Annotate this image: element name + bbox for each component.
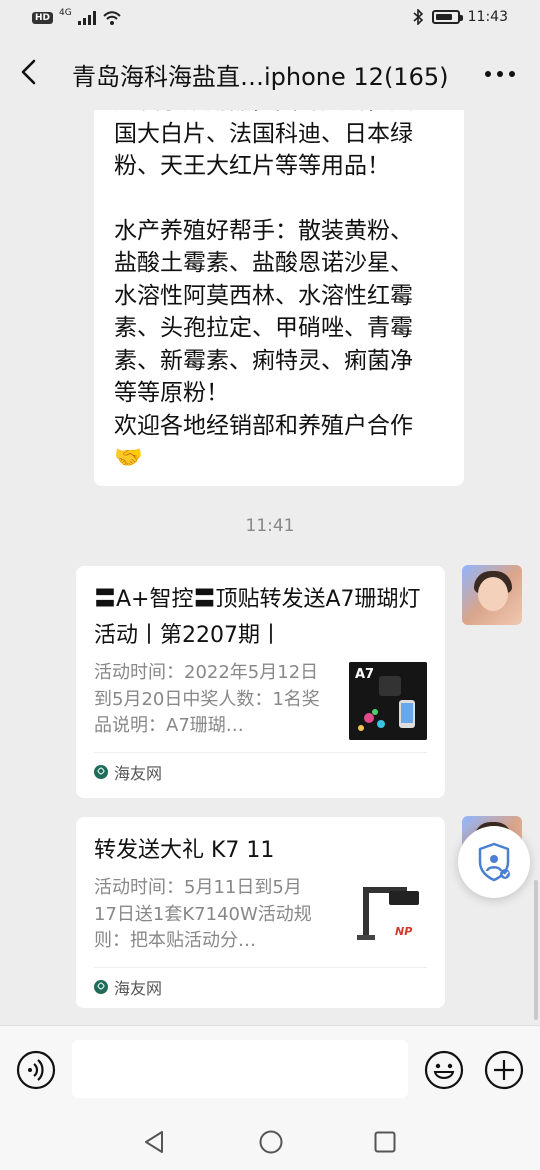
- back-button[interactable]: [14, 56, 46, 88]
- message-line: 水溶性阿莫西林、水溶性红霉: [114, 282, 413, 309]
- message-line: 等等原粉！: [114, 380, 229, 406]
- shield-icon: [478, 842, 510, 882]
- message-timestamp: 11:41: [245, 516, 295, 536]
- card-source: 海友网: [114, 763, 163, 783]
- message-line: 素、头孢拉定、甲硝唑、青霉: [114, 315, 413, 341]
- floating-shield-button[interactable]: [458, 826, 530, 898]
- source-logo-icon: [94, 979, 108, 994]
- more-options-button[interactable]: [480, 62, 520, 86]
- link-card[interactable]: 〓A+智控〓顶贴转发送A7珊瑚灯活动丨第2207期丨 活动时间：2022年5月1…: [76, 566, 445, 798]
- status-bar: HD 4G 11:43: [0, 0, 540, 38]
- wifi-icon: [103, 11, 121, 25]
- message-line: 欢迎各地经销部和养殖户合作: [114, 412, 413, 439]
- link-card[interactable]: 转发送大礼 K7 11 活动时间：5月11日到5月17日送1套K7140W活动规…: [76, 817, 445, 1008]
- message-input-bar: [0, 1025, 540, 1114]
- card-description: 活动时间：2022年5月12日到5月20日中奖人数：1名奖品说明：A7珊瑚…: [94, 662, 320, 736]
- thumb-label: A7: [355, 667, 374, 682]
- card-title: 〓A+智控〓顶贴转发送A7珊瑚灯活动丨第2207期丨: [94, 587, 421, 648]
- thumb-label: NP: [395, 925, 412, 938]
- scrollbar[interactable]: [534, 880, 538, 1020]
- hd-badge: HD: [32, 12, 54, 24]
- status-time: 11:43: [467, 9, 508, 25]
- message-line: 素、新霉素、痢特灵、痢菌净: [114, 347, 413, 374]
- message-text-input[interactable]: [72, 1040, 408, 1098]
- message-line: 粉、天王大红片等等用品！: [114, 153, 390, 179]
- triangle-back-icon: [145, 1131, 163, 1153]
- more-dots-icon: [485, 71, 515, 77]
- more-functions-button[interactable]: [484, 1050, 524, 1090]
- message-line: 盐酸土霉素、盐酸恩诺沙星、: [114, 250, 413, 276]
- emoji-button[interactable]: [424, 1050, 464, 1090]
- circle-home-icon: [259, 1130, 283, 1154]
- message-line: 国大白片、法国科迪、日本绿: [114, 120, 413, 147]
- network-type: 4G: [59, 8, 72, 18]
- text-message-bubble[interactable]: 批发子放用品，图财灭助，美 国大白片、法国科迪、日本绿 粉、天王大红片等等用品！…: [94, 88, 464, 486]
- handshake-emoji: 🤝: [114, 445, 143, 471]
- card-source: 海友网: [114, 978, 163, 998]
- source-logo-icon: [94, 764, 108, 779]
- system-home-button[interactable]: [258, 1129, 284, 1155]
- sender-avatar[interactable]: [462, 565, 522, 625]
- card-thumbnail: NP: [349, 877, 427, 955]
- chat-header: 青岛海科海盐直…iphone 12(165): [0, 38, 540, 110]
- chevron-left-icon: [21, 59, 36, 85]
- system-recent-button[interactable]: [372, 1129, 398, 1155]
- voice-input-button[interactable]: [16, 1050, 56, 1090]
- plus-icon: [484, 1050, 524, 1090]
- square-recent-icon: [374, 1131, 396, 1153]
- system-navigation-bar: [0, 1113, 540, 1170]
- emoji-icon: [424, 1050, 464, 1090]
- bluetooth-icon: [413, 9, 423, 25]
- battery-icon: [431, 10, 463, 24]
- card-title: 转发送大礼 K7 11: [94, 838, 275, 863]
- card-thumbnail: A7: [349, 662, 427, 740]
- chat-title: 青岛海科海盐直…iphone 12(165): [72, 63, 449, 91]
- system-back-button[interactable]: [142, 1129, 168, 1155]
- voice-icon: [16, 1050, 56, 1090]
- signal-icon: [77, 11, 96, 25]
- card-description: 活动时间：5月11日到5月17日送1套K7140W活动规则：把本贴活动分…: [94, 877, 312, 951]
- message-line: 水产养殖好帮手：散装黄粉、: [114, 217, 413, 244]
